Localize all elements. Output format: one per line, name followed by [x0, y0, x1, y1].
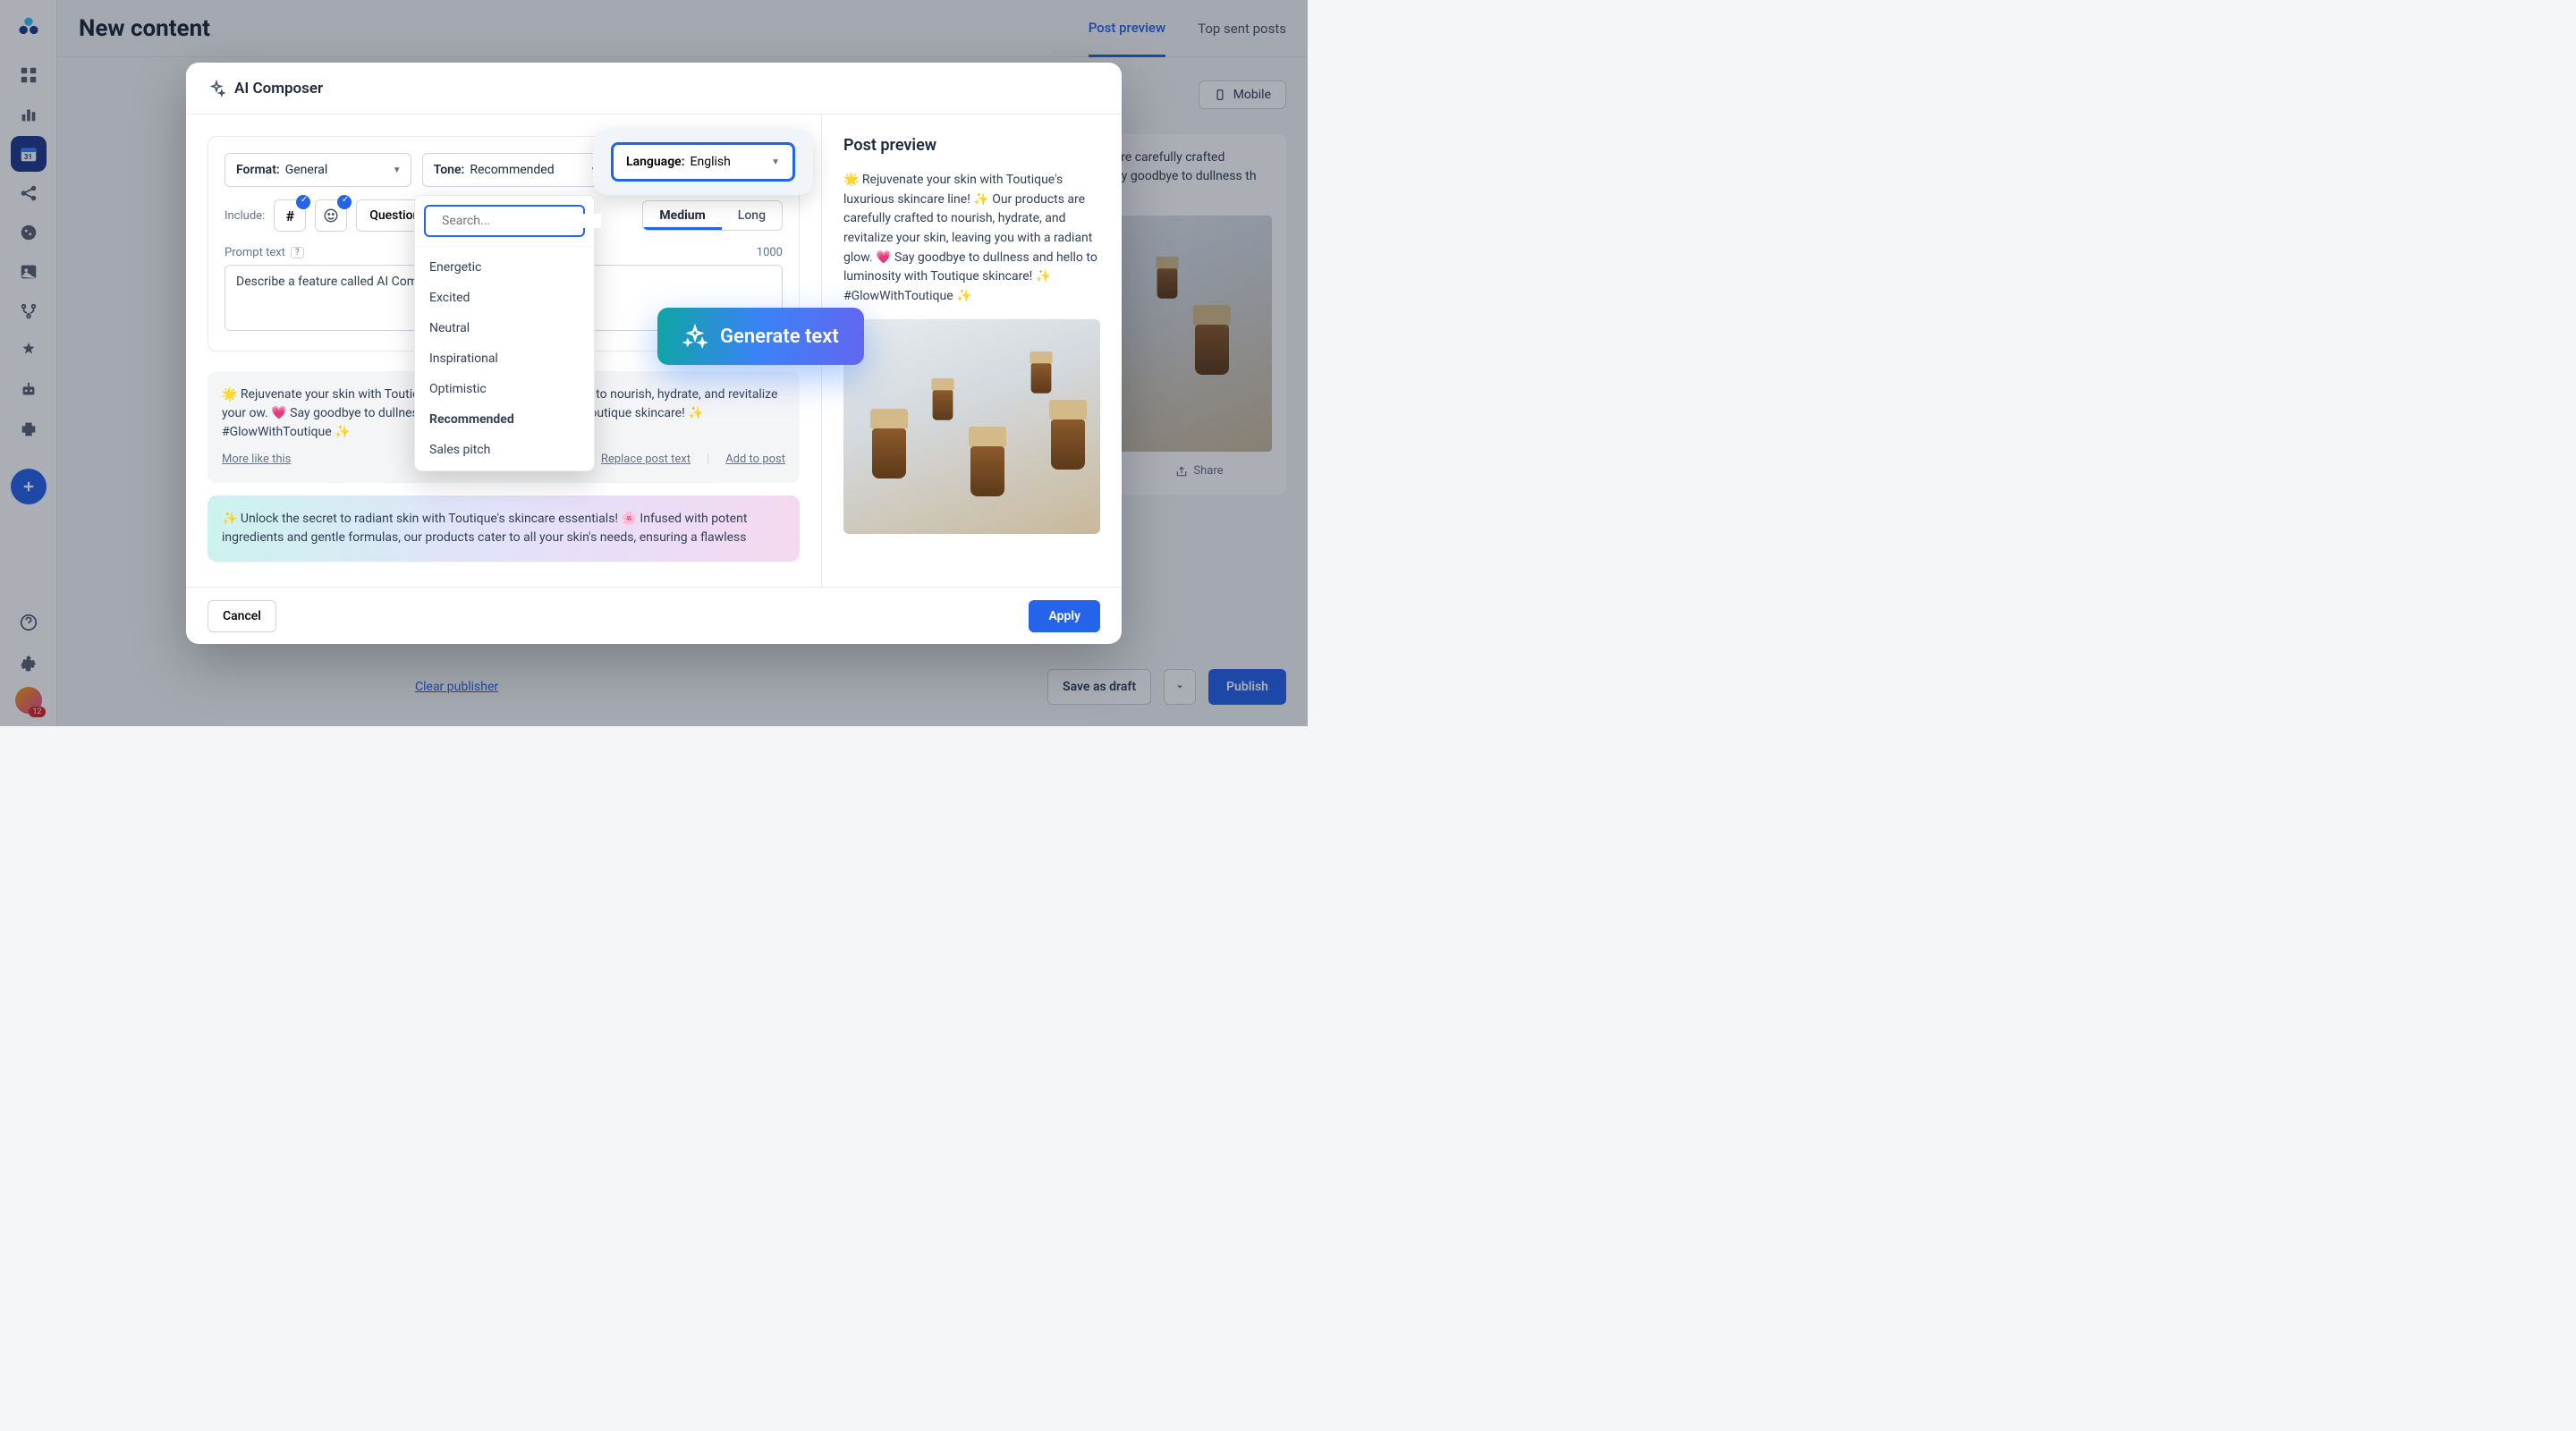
tone-option[interactable]: Sales pitch: [415, 435, 594, 465]
hashtag-chip[interactable]: #: [274, 199, 306, 232]
tone-value: Recommended: [470, 163, 554, 177]
tone-option[interactable]: Energetic: [415, 252, 594, 283]
tone-label: Tone:: [434, 163, 465, 177]
language-label: Language:: [626, 155, 685, 169]
format-dropdown[interactable]: Format: General ▼: [225, 153, 411, 187]
emoji-chip[interactable]: [315, 199, 347, 232]
cancel-button[interactable]: Cancel: [208, 600, 276, 632]
format-label: Format:: [236, 163, 280, 177]
preview-image: [843, 319, 1100, 534]
composer-right-pane: Post preview 🌟 Rejuvenate your skin with…: [821, 114, 1122, 587]
preview-title: Post preview: [843, 136, 1100, 155]
tone-option[interactable]: Neutral: [415, 313, 594, 343]
tone-option[interactable]: Recommended: [415, 404, 594, 435]
hashtag-icon: #: [285, 207, 294, 224]
format-value: General: [285, 163, 328, 177]
length-long-tab[interactable]: Long: [722, 201, 782, 230]
tone-dropdown-menu: EnergeticExcitedNeutralInspirationalOpti…: [414, 195, 595, 471]
prompt-char-count: 1000: [757, 246, 783, 259]
include-label: Include:: [225, 209, 265, 223]
sparkle-icon: [208, 80, 225, 97]
add-to-post-link[interactable]: Add to post: [725, 451, 785, 469]
apply-button[interactable]: Apply: [1029, 600, 1100, 632]
replace-post-link[interactable]: Replace post text: [601, 451, 691, 469]
tone-options-list: EnergeticExcitedNeutralInspirationalOpti…: [415, 246, 594, 470]
sparkle-icon: [682, 324, 708, 349]
preview-text: 🌟 Rejuvenate your skin with Toutique's l…: [843, 171, 1100, 307]
length-medium-tab[interactable]: Medium: [643, 201, 721, 230]
more-like-this-link[interactable]: More like this: [222, 451, 291, 469]
modal-footer: Cancel Apply: [186, 587, 1122, 644]
generate-label: Generate text: [720, 326, 839, 348]
language-value: English: [691, 155, 731, 169]
language-dropdown[interactable]: Language: English ▼: [611, 142, 795, 182]
length-tabs: Medium Long: [642, 200, 783, 231]
emoji-icon: [323, 207, 339, 224]
prompt-help-icon[interactable]: ?: [291, 247, 304, 258]
tone-search-input[interactable]: [442, 214, 601, 228]
prompt-label: Prompt text: [225, 246, 285, 259]
suggestion-2: ✨ Unlock the secret to radiant skin with…: [208, 495, 800, 562]
chevron-down-icon: ▼: [393, 165, 402, 175]
tone-option[interactable]: Optimistic: [415, 374, 594, 404]
tone-option[interactable]: Excited: [415, 283, 594, 313]
modal-title: AI Composer: [234, 80, 323, 97]
generate-text-button[interactable]: Generate text: [657, 308, 864, 365]
tone-dropdown[interactable]: Tone: Recommended ▼: [422, 153, 609, 187]
tone-option[interactable]: Inspirational: [415, 343, 594, 374]
language-highlight: Language: English ▼: [593, 129, 813, 195]
chevron-down-icon: ▼: [771, 157, 780, 167]
tone-search-box: [424, 205, 585, 237]
suggestion-2-text: ✨ Unlock the secret to radiant skin with…: [222, 510, 785, 547]
modal-header: AI Composer: [186, 63, 1122, 114]
